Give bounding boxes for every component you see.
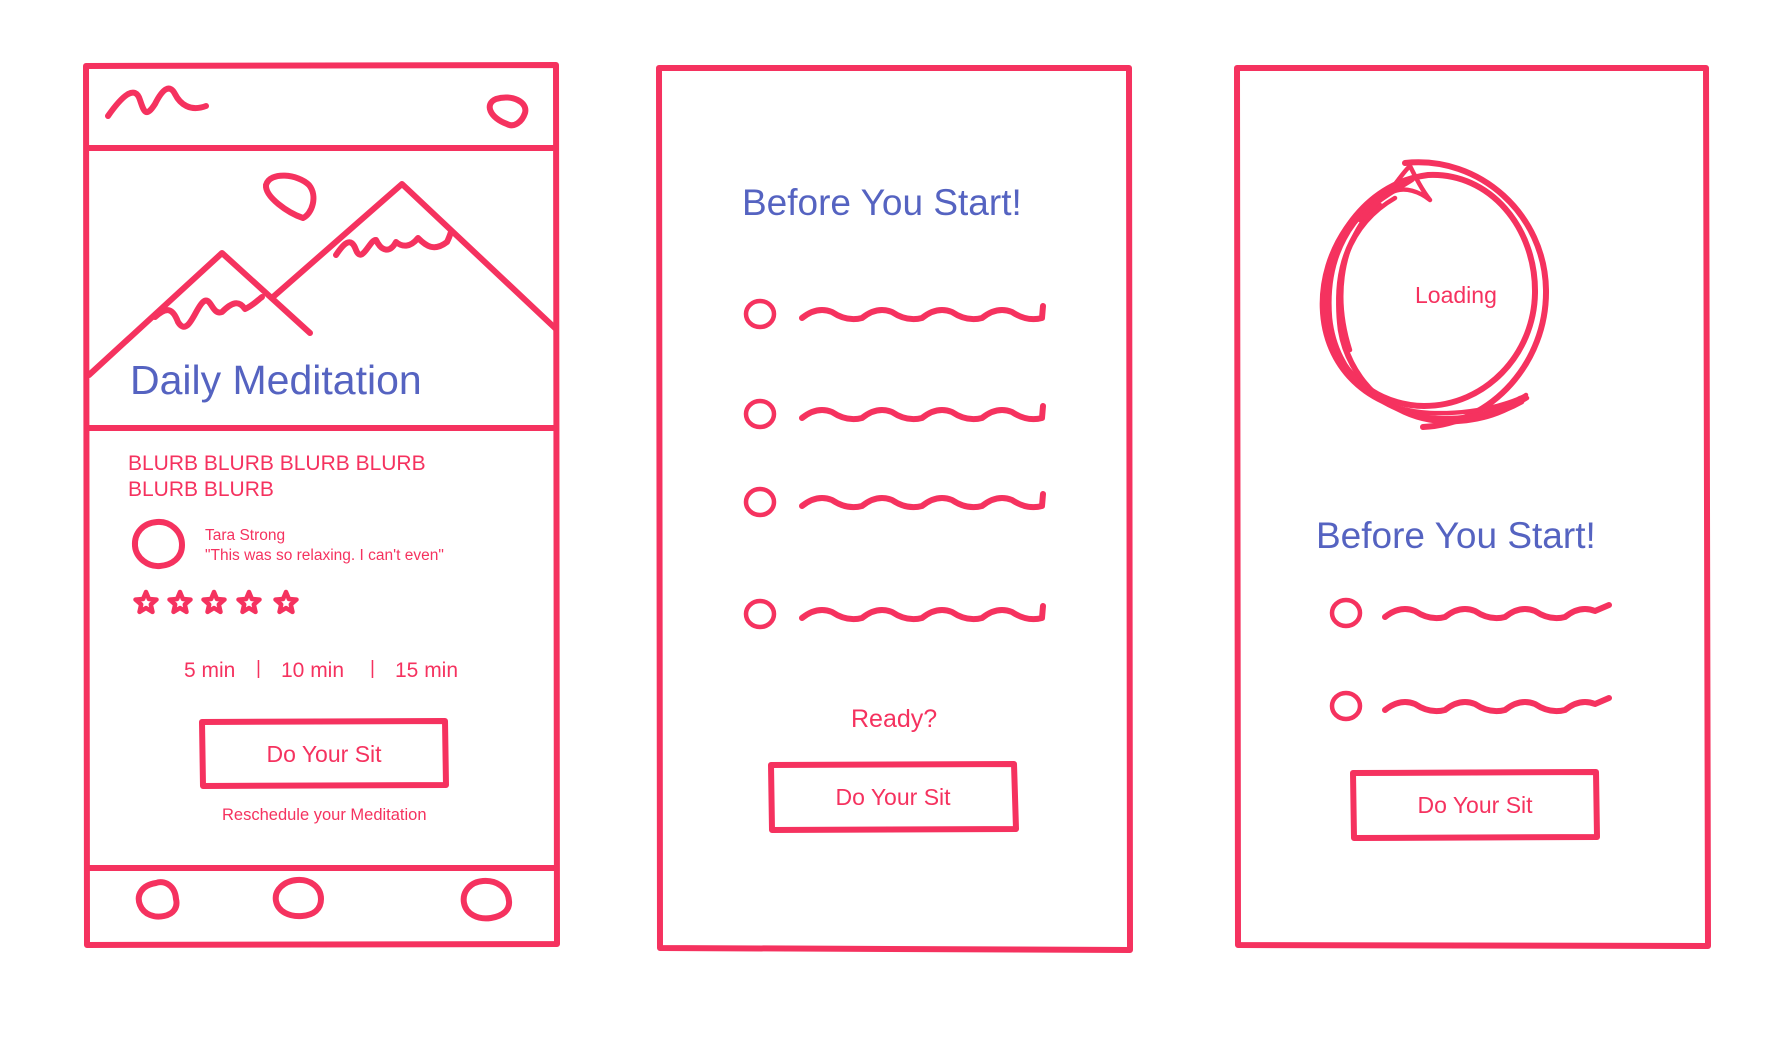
squiggle-text-icon — [799, 491, 1046, 511]
blurb-line-1: BLURB BLURB BLURB BLURB — [128, 452, 426, 475]
checklist-item[interactable] — [743, 598, 1046, 630]
checklist-item[interactable] — [743, 398, 1046, 430]
nav-explore-icon[interactable] — [270, 872, 328, 924]
radio-circle-icon[interactable] — [743, 486, 777, 518]
mountain-landscape-icon — [86, 172, 559, 378]
star-icon — [273, 589, 299, 615]
checklist-item[interactable] — [743, 486, 1046, 518]
radio-circle-icon[interactable] — [743, 398, 777, 430]
blurb-line-2: BLURB BLURB — [128, 478, 274, 501]
duration-separator-2: | — [370, 658, 375, 679]
avatar-circle-icon — [131, 518, 185, 570]
radio-circle-icon[interactable] — [1329, 690, 1363, 722]
radio-circle-icon[interactable] — [1329, 597, 1363, 629]
do-your-sit-button-loading[interactable]: Do Your Sit — [1356, 775, 1594, 835]
checklist-item[interactable] — [1329, 690, 1612, 722]
squiggle-text-icon — [799, 303, 1046, 323]
loading-screen-title: Before You Start! — [1316, 515, 1596, 556]
checklist-item[interactable] — [1329, 597, 1612, 629]
squiggle-text-icon — [799, 403, 1046, 423]
squiggle-text-icon — [799, 603, 1046, 623]
duration-option-10[interactable]: 10 min — [281, 659, 344, 683]
radio-circle-icon[interactable] — [743, 598, 777, 630]
star-icon — [167, 589, 193, 615]
reschedule-link[interactable]: Reschedule your Meditation — [222, 806, 427, 825]
review-quote: "This was so relaxing. I can't even" — [205, 547, 444, 564]
reviewer-name: Tara Strong — [205, 527, 286, 544]
nav-home-icon[interactable] — [132, 872, 184, 924]
radio-circle-icon[interactable] — [743, 298, 777, 330]
checklist-before-start-short — [1329, 597, 1612, 722]
checklist-item[interactable] — [743, 298, 1046, 330]
profile-circle-icon[interactable] — [480, 90, 536, 136]
star-icon — [133, 589, 159, 615]
checklist-before-start — [743, 298, 1046, 630]
squiggle-text-icon — [1382, 695, 1612, 715]
star-icon — [201, 589, 227, 615]
duration-separator-1: | — [256, 658, 261, 679]
scribble-logo-icon — [105, 85, 209, 119]
home-title: Daily Meditation — [130, 357, 422, 403]
duration-option-15[interactable]: 15 min — [395, 659, 458, 683]
do-your-sit-button[interactable]: Do Your Sit — [205, 724, 443, 784]
nav-profile-icon[interactable] — [458, 872, 516, 926]
bottom-nav — [132, 872, 516, 926]
checklist-title: Before You Start! — [742, 182, 1022, 223]
rating-stars — [133, 589, 299, 615]
star-icon — [236, 589, 262, 615]
do-your-sit-button-checklist[interactable]: Do Your Sit — [774, 767, 1012, 827]
ready-label: Ready? — [851, 705, 938, 733]
loading-label: Loading — [1415, 282, 1497, 308]
duration-option-5[interactable]: 5 min — [184, 659, 235, 683]
squiggle-text-icon — [1382, 602, 1612, 622]
